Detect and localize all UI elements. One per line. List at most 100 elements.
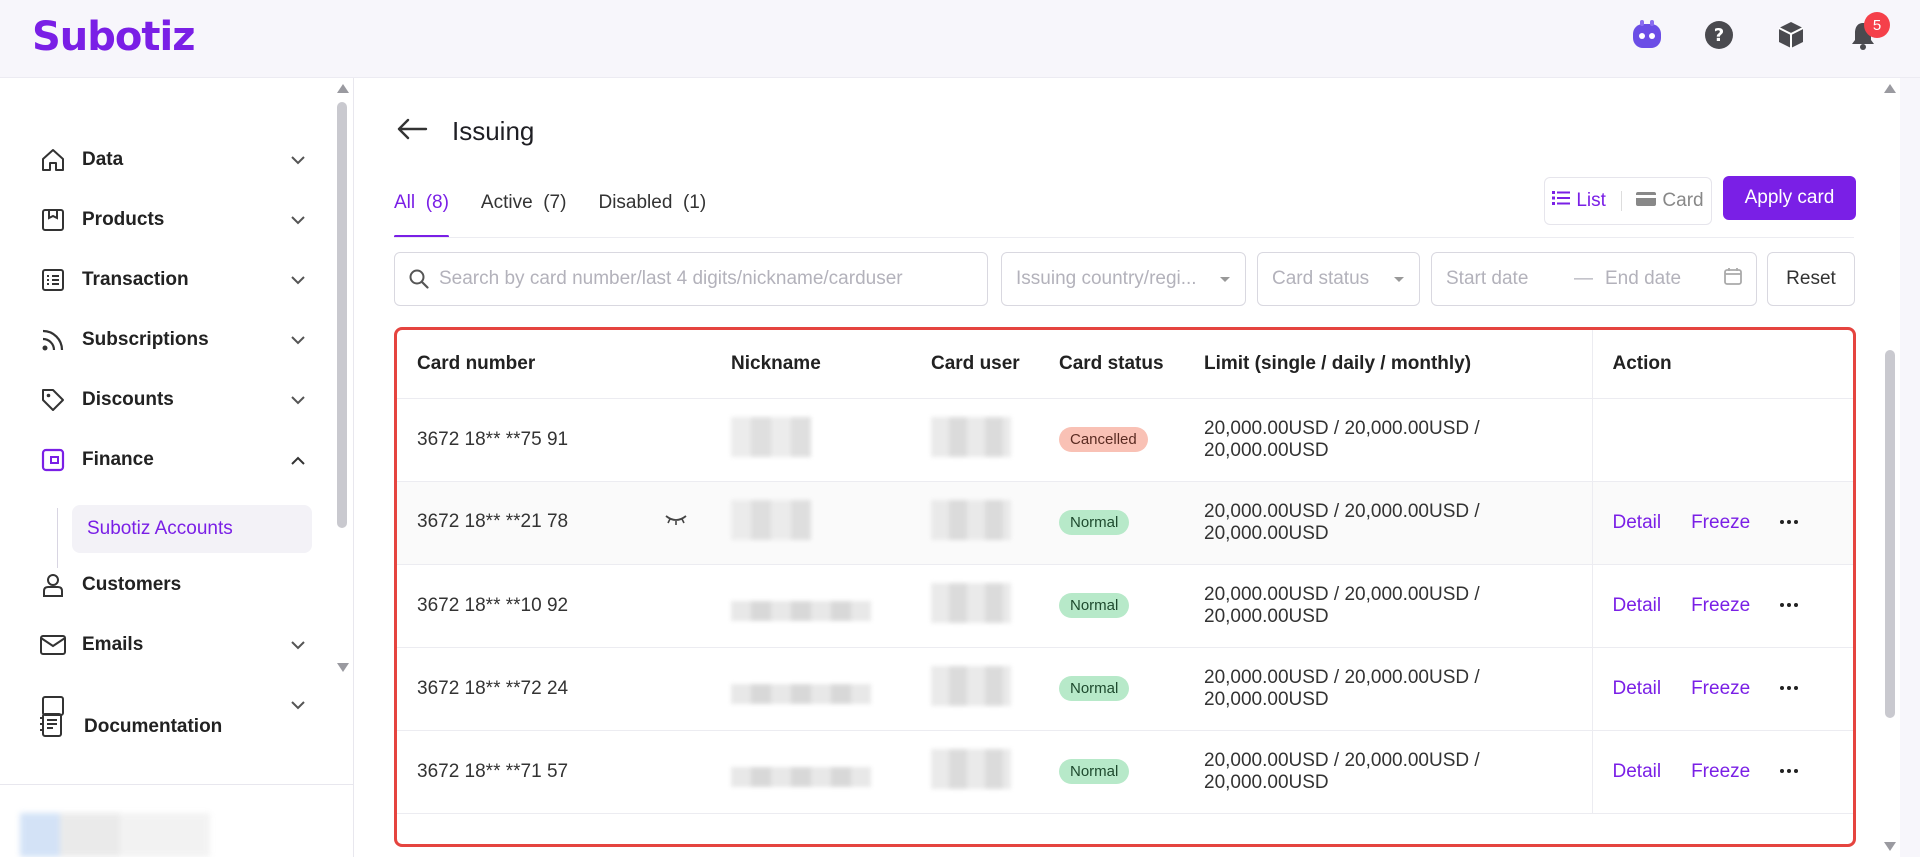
view-toggle-separator xyxy=(1620,191,1622,211)
issuing-country-select[interactable]: Issuing country/regi... xyxy=(1001,252,1246,306)
col-card-status: Card status xyxy=(1039,330,1184,399)
main-scroll-thumb[interactable] xyxy=(1885,350,1895,718)
chevron-down-icon xyxy=(288,635,308,655)
sidebar-item-subscriptions[interactable]: Subscriptions xyxy=(38,318,308,362)
card-number: 3672 18** **10 92 xyxy=(397,564,711,648)
account-profile-blurred[interactable] xyxy=(20,813,210,857)
limit-value: 20,000.00USD / 20,000.00USD / 20,000.00U… xyxy=(1184,730,1592,814)
sidebar-item-finance[interactable]: Finance xyxy=(38,438,308,482)
table-row[interactable]: 3672 18** **75 91 Cancelled 20,000.00USD… xyxy=(397,398,1853,482)
card-view-icon xyxy=(1636,190,1657,212)
documentation-label: Documentation xyxy=(84,716,223,737)
calendar-icon xyxy=(1724,267,1742,291)
detail-link[interactable]: Detail xyxy=(1613,678,1662,699)
status-badge: Normal xyxy=(1059,759,1130,784)
date-range-picker[interactable]: Start date — End date xyxy=(1431,252,1757,306)
card-number: 3672 18** **71 57 xyxy=(397,730,711,814)
sidebar-item-customers[interactable]: Customers xyxy=(38,563,308,607)
cards-table-highlight: Card number Nickname Card user Card stat… xyxy=(394,327,1856,847)
limit-value: 20,000.00USD / 20,000.00USD / 20,000.00U… xyxy=(1184,481,1592,565)
submenu-guide-line xyxy=(57,508,58,568)
detail-link[interactable]: Detail xyxy=(1613,595,1662,616)
user-icon xyxy=(38,570,68,600)
caret-down-icon xyxy=(1219,268,1231,290)
chevron-down-icon xyxy=(288,150,308,170)
sidebar-item-emails[interactable]: Emails xyxy=(38,623,308,667)
box-icon xyxy=(38,205,68,235)
col-action: Action xyxy=(1591,330,1853,399)
sidebar-item-discounts[interactable]: Discounts xyxy=(38,378,308,422)
top-icons: ? 5 xyxy=(1630,12,1890,52)
assistant-bot-icon[interactable] xyxy=(1630,18,1664,52)
sidebar-item-label: Emails xyxy=(82,634,144,655)
reset-button[interactable]: Reset xyxy=(1767,252,1855,306)
tab-active[interactable]: Active (7) xyxy=(481,186,567,238)
apply-card-button[interactable]: Apply card xyxy=(1723,176,1856,220)
limit-value: 20,000.00USD / 20,000.00USD / 20,000.00U… xyxy=(1184,647,1592,731)
table-row[interactable]: 3672 18** **71 57 Normal 20,000.00USD / … xyxy=(397,730,1853,814)
card-user-blurred xyxy=(911,481,1039,565)
sidebar-scroll-thumb[interactable] xyxy=(337,102,347,528)
status-badge: Normal xyxy=(1059,510,1130,535)
nickname-blurred xyxy=(711,398,911,482)
tab-all[interactable]: All (8) xyxy=(394,186,449,238)
scroll-down-arrow-icon[interactable] xyxy=(337,663,349,672)
sidebar-item-products[interactable]: Products xyxy=(38,198,308,242)
search-input[interactable] xyxy=(439,268,973,290)
view-list-button[interactable]: List xyxy=(1552,190,1606,212)
start-date-input[interactable]: Start date xyxy=(1446,268,1564,290)
freeze-link[interactable]: Freeze xyxy=(1691,678,1750,699)
sidebar-subitem-subotiz-accounts[interactable]: Subotiz Accounts xyxy=(72,505,312,553)
freeze-link[interactable]: Freeze xyxy=(1691,761,1750,782)
card-status-select[interactable]: Card status xyxy=(1257,252,1420,306)
main-scrollbar[interactable] xyxy=(1880,78,1900,857)
more-options-icon[interactable] xyxy=(1780,603,1799,608)
chevron-down-icon xyxy=(288,270,308,290)
caret-down-icon xyxy=(1393,268,1405,290)
sidebar-item-data[interactable]: Data xyxy=(38,138,308,182)
sidebar-item-label: Customers xyxy=(82,574,182,595)
table-row[interactable]: 3672 18** **72 24 Normal 20,000.00USD / … xyxy=(397,647,1853,731)
sidebar-nav: Data Products Transaction Subscriptions … xyxy=(0,108,330,753)
scroll-up-arrow-icon[interactable] xyxy=(337,84,349,93)
chevron-down-icon xyxy=(288,695,308,715)
tabs-divider xyxy=(394,237,1854,238)
card-number-cell: 3672 18** **21 78 xyxy=(397,481,711,565)
detail-link[interactable]: Detail xyxy=(1613,512,1662,533)
detail-link[interactable]: Detail xyxy=(1613,761,1662,782)
card-number: 3672 18** **75 91 xyxy=(397,398,711,482)
package-icon[interactable] xyxy=(1774,18,1808,52)
freeze-link[interactable]: Freeze xyxy=(1691,595,1750,616)
notification-bell-icon[interactable]: 5 xyxy=(1846,12,1890,52)
table-header-row: Card number Nickname Card user Card stat… xyxy=(397,330,1853,399)
limit-value: 20,000.00USD / 20,000.00USD / 20,000.00U… xyxy=(1184,398,1592,482)
scroll-up-arrow-icon[interactable] xyxy=(1884,84,1896,93)
freeze-link[interactable]: Freeze xyxy=(1691,512,1750,533)
chevron-up-icon xyxy=(288,450,308,470)
action-cell: Detail Freeze xyxy=(1591,647,1853,731)
more-options-icon[interactable] xyxy=(1780,769,1799,774)
sidebar-item-label: Discounts xyxy=(82,389,174,410)
more-options-icon[interactable] xyxy=(1780,520,1799,525)
back-arrow-icon[interactable] xyxy=(396,118,428,145)
sidebar-divider xyxy=(0,784,354,785)
help-icon[interactable]: ? xyxy=(1702,18,1736,52)
table-row[interactable]: 3672 18** **21 78 Normal 20,000.00USD / … xyxy=(397,481,1853,565)
sidebar-item-documentation[interactable]: Documentation xyxy=(38,705,222,749)
sidebar-item-transaction[interactable]: Transaction xyxy=(38,258,308,302)
eye-closed-icon[interactable] xyxy=(664,511,688,533)
app-logo[interactable]: Subotiz xyxy=(32,14,196,60)
card-number: 3672 18** **72 24 xyxy=(397,647,711,731)
action-cell: Detail Freeze xyxy=(1591,730,1853,814)
end-date-input[interactable]: End date xyxy=(1605,268,1681,290)
scroll-down-arrow-icon[interactable] xyxy=(1884,842,1896,851)
list-view-icon xyxy=(1552,190,1571,212)
sidebar-scrollbar[interactable] xyxy=(333,78,351,678)
main-content: Issuing All (8) Active (7) Disabled (1) … xyxy=(354,78,1900,857)
more-options-icon[interactable] xyxy=(1780,686,1799,691)
notification-count-badge: 5 xyxy=(1864,12,1890,38)
view-card-button[interactable]: Card xyxy=(1636,190,1704,212)
tab-disabled[interactable]: Disabled (1) xyxy=(598,186,706,238)
table-row[interactable]: 3672 18** **10 92 Normal 20,000.00USD / … xyxy=(397,564,1853,648)
nickname-blurred xyxy=(711,481,911,565)
